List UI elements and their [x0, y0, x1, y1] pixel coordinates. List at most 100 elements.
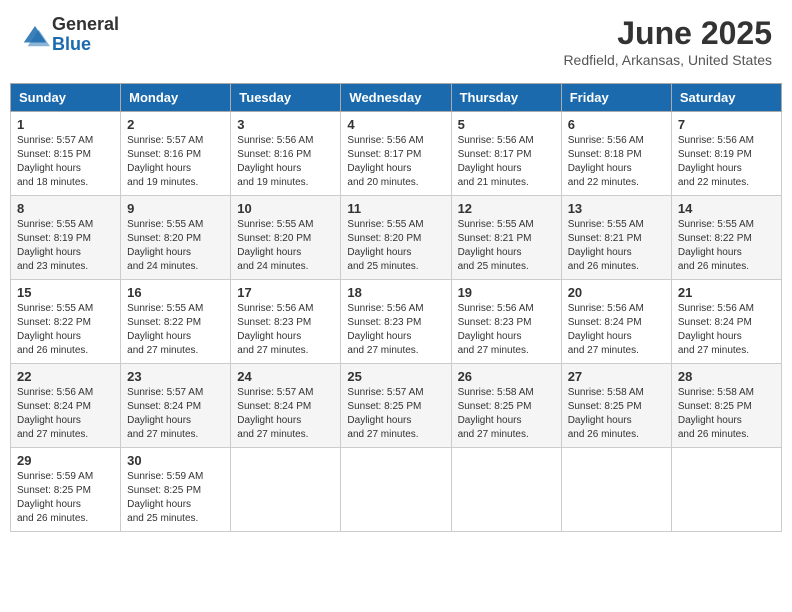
- day-number: 29: [17, 453, 114, 468]
- day-number: 4: [347, 117, 444, 132]
- calendar-cell: 7 Sunrise: 5:56 AM Sunset: 8:19 PM Dayli…: [671, 112, 781, 196]
- day-number: 1: [17, 117, 114, 132]
- logo: General Blue: [20, 15, 119, 55]
- day-info: Sunrise: 5:56 AM Sunset: 8:18 PM Dayligh…: [568, 134, 665, 190]
- title-section: June 2025 Redfield, Arkansas, United Sta…: [563, 15, 772, 68]
- calendar-week-row: 1 Sunrise: 5:57 AM Sunset: 8:15 PM Dayli…: [11, 112, 782, 196]
- calendar-cell: 12 Sunrise: 5:55 AM Sunset: 8:21 PM Dayl…: [451, 196, 561, 280]
- calendar-week-row: 29 Sunrise: 5:59 AM Sunset: 8:25 PM Dayl…: [11, 448, 782, 532]
- day-info: Sunrise: 5:55 AM Sunset: 8:20 PM Dayligh…: [127, 218, 224, 274]
- calendar-cell: 9 Sunrise: 5:55 AM Sunset: 8:20 PM Dayli…: [121, 196, 231, 280]
- day-number: 15: [17, 285, 114, 300]
- day-number: 18: [347, 285, 444, 300]
- calendar-cell: 4 Sunrise: 5:56 AM Sunset: 8:17 PM Dayli…: [341, 112, 451, 196]
- day-number: 14: [678, 201, 775, 216]
- calendar-cell: 19 Sunrise: 5:56 AM Sunset: 8:23 PM Dayl…: [451, 280, 561, 364]
- month-title: June 2025: [563, 15, 772, 52]
- day-number: 11: [347, 201, 444, 216]
- day-info: Sunrise: 5:55 AM Sunset: 8:22 PM Dayligh…: [678, 218, 775, 274]
- day-number: 27: [568, 369, 665, 384]
- day-info: Sunrise: 5:55 AM Sunset: 8:20 PM Dayligh…: [347, 218, 444, 274]
- day-info: Sunrise: 5:56 AM Sunset: 8:17 PM Dayligh…: [347, 134, 444, 190]
- header-wednesday: Wednesday: [341, 84, 451, 112]
- calendar-cell: 22 Sunrise: 5:56 AM Sunset: 8:24 PM Dayl…: [11, 364, 121, 448]
- calendar-cell: 24 Sunrise: 5:57 AM Sunset: 8:24 PM Dayl…: [231, 364, 341, 448]
- header-monday: Monday: [121, 84, 231, 112]
- day-info: Sunrise: 5:56 AM Sunset: 8:24 PM Dayligh…: [678, 302, 775, 358]
- calendar-cell: 21 Sunrise: 5:56 AM Sunset: 8:24 PM Dayl…: [671, 280, 781, 364]
- calendar-table: SundayMondayTuesdayWednesdayThursdayFrid…: [10, 83, 782, 532]
- day-info: Sunrise: 5:56 AM Sunset: 8:23 PM Dayligh…: [347, 302, 444, 358]
- day-number: 3: [237, 117, 334, 132]
- logo-general: General: [52, 15, 119, 35]
- day-number: 16: [127, 285, 224, 300]
- calendar-cell: 15 Sunrise: 5:55 AM Sunset: 8:22 PM Dayl…: [11, 280, 121, 364]
- header-friday: Friday: [561, 84, 671, 112]
- day-info: Sunrise: 5:57 AM Sunset: 8:16 PM Dayligh…: [127, 134, 224, 190]
- calendar-cell: 16 Sunrise: 5:55 AM Sunset: 8:22 PM Dayl…: [121, 280, 231, 364]
- calendar-cell: 18 Sunrise: 5:56 AM Sunset: 8:23 PM Dayl…: [341, 280, 451, 364]
- logo-icon: [20, 20, 50, 50]
- day-info: Sunrise: 5:59 AM Sunset: 8:25 PM Dayligh…: [17, 470, 114, 526]
- calendar-header-row: SundayMondayTuesdayWednesdayThursdayFrid…: [11, 84, 782, 112]
- calendar-cell: [561, 448, 671, 532]
- calendar-cell: 28 Sunrise: 5:58 AM Sunset: 8:25 PM Dayl…: [671, 364, 781, 448]
- day-info: Sunrise: 5:58 AM Sunset: 8:25 PM Dayligh…: [568, 386, 665, 442]
- day-number: 10: [237, 201, 334, 216]
- calendar-cell: 25 Sunrise: 5:57 AM Sunset: 8:25 PM Dayl…: [341, 364, 451, 448]
- day-info: Sunrise: 5:55 AM Sunset: 8:22 PM Dayligh…: [127, 302, 224, 358]
- calendar-week-row: 8 Sunrise: 5:55 AM Sunset: 8:19 PM Dayli…: [11, 196, 782, 280]
- day-info: Sunrise: 5:55 AM Sunset: 8:19 PM Dayligh…: [17, 218, 114, 274]
- calendar-week-row: 22 Sunrise: 5:56 AM Sunset: 8:24 PM Dayl…: [11, 364, 782, 448]
- calendar-cell: 27 Sunrise: 5:58 AM Sunset: 8:25 PM Dayl…: [561, 364, 671, 448]
- day-number: 12: [458, 201, 555, 216]
- day-number: 21: [678, 285, 775, 300]
- calendar-cell: [341, 448, 451, 532]
- calendar-cell: 1 Sunrise: 5:57 AM Sunset: 8:15 PM Dayli…: [11, 112, 121, 196]
- day-number: 6: [568, 117, 665, 132]
- calendar-cell: 11 Sunrise: 5:55 AM Sunset: 8:20 PM Dayl…: [341, 196, 451, 280]
- day-number: 19: [458, 285, 555, 300]
- day-number: 26: [458, 369, 555, 384]
- day-number: 17: [237, 285, 334, 300]
- day-info: Sunrise: 5:57 AM Sunset: 8:25 PM Dayligh…: [347, 386, 444, 442]
- day-info: Sunrise: 5:57 AM Sunset: 8:15 PM Dayligh…: [17, 134, 114, 190]
- day-info: Sunrise: 5:56 AM Sunset: 8:23 PM Dayligh…: [458, 302, 555, 358]
- day-info: Sunrise: 5:55 AM Sunset: 8:20 PM Dayligh…: [237, 218, 334, 274]
- day-number: 5: [458, 117, 555, 132]
- day-number: 13: [568, 201, 665, 216]
- calendar-cell: 10 Sunrise: 5:55 AM Sunset: 8:20 PM Dayl…: [231, 196, 341, 280]
- day-info: Sunrise: 5:56 AM Sunset: 8:23 PM Dayligh…: [237, 302, 334, 358]
- day-number: 23: [127, 369, 224, 384]
- day-number: 22: [17, 369, 114, 384]
- calendar-cell: 13 Sunrise: 5:55 AM Sunset: 8:21 PM Dayl…: [561, 196, 671, 280]
- header-sunday: Sunday: [11, 84, 121, 112]
- day-info: Sunrise: 5:59 AM Sunset: 8:25 PM Dayligh…: [127, 470, 224, 526]
- day-number: 2: [127, 117, 224, 132]
- day-info: Sunrise: 5:55 AM Sunset: 8:21 PM Dayligh…: [458, 218, 555, 274]
- day-info: Sunrise: 5:55 AM Sunset: 8:22 PM Dayligh…: [17, 302, 114, 358]
- day-number: 28: [678, 369, 775, 384]
- calendar-cell: 8 Sunrise: 5:55 AM Sunset: 8:19 PM Dayli…: [11, 196, 121, 280]
- day-number: 25: [347, 369, 444, 384]
- day-info: Sunrise: 5:57 AM Sunset: 8:24 PM Dayligh…: [127, 386, 224, 442]
- header-tuesday: Tuesday: [231, 84, 341, 112]
- day-info: Sunrise: 5:58 AM Sunset: 8:25 PM Dayligh…: [458, 386, 555, 442]
- day-info: Sunrise: 5:57 AM Sunset: 8:24 PM Dayligh…: [237, 386, 334, 442]
- calendar-cell: [671, 448, 781, 532]
- day-info: Sunrise: 5:56 AM Sunset: 8:16 PM Dayligh…: [237, 134, 334, 190]
- day-number: 9: [127, 201, 224, 216]
- day-info: Sunrise: 5:56 AM Sunset: 8:24 PM Dayligh…: [17, 386, 114, 442]
- calendar-cell: 3 Sunrise: 5:56 AM Sunset: 8:16 PM Dayli…: [231, 112, 341, 196]
- logo-text: General Blue: [52, 15, 119, 55]
- calendar-week-row: 15 Sunrise: 5:55 AM Sunset: 8:22 PM Dayl…: [11, 280, 782, 364]
- calendar-cell: 2 Sunrise: 5:57 AM Sunset: 8:16 PM Dayli…: [121, 112, 231, 196]
- header-saturday: Saturday: [671, 84, 781, 112]
- day-info: Sunrise: 5:56 AM Sunset: 8:24 PM Dayligh…: [568, 302, 665, 358]
- calendar-cell: 23 Sunrise: 5:57 AM Sunset: 8:24 PM Dayl…: [121, 364, 231, 448]
- calendar-cell: 17 Sunrise: 5:56 AM Sunset: 8:23 PM Dayl…: [231, 280, 341, 364]
- day-info: Sunrise: 5:56 AM Sunset: 8:19 PM Dayligh…: [678, 134, 775, 190]
- calendar-cell: 26 Sunrise: 5:58 AM Sunset: 8:25 PM Dayl…: [451, 364, 561, 448]
- location-title: Redfield, Arkansas, United States: [563, 52, 772, 68]
- day-number: 30: [127, 453, 224, 468]
